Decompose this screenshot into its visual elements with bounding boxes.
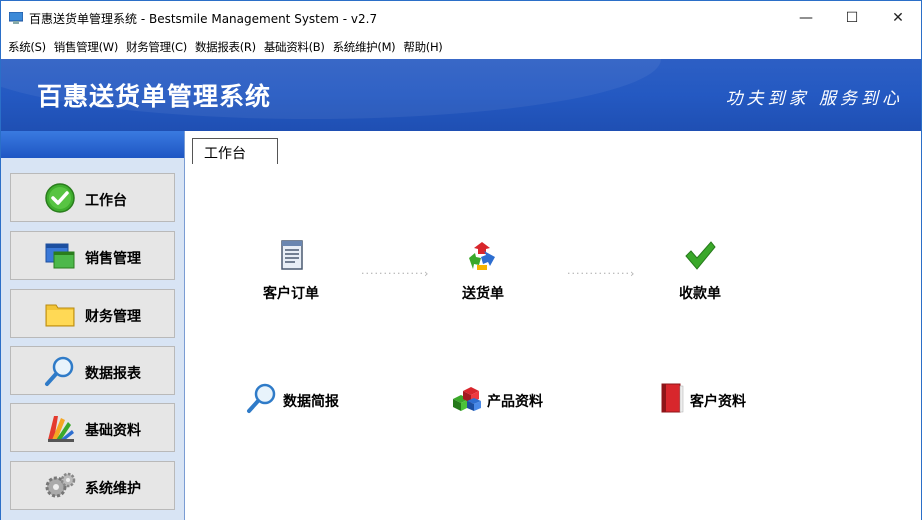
brand-title: 百惠送货单管理系统 (37, 82, 272, 111)
close-button[interactable]: ✕ (875, 1, 921, 35)
customer-order-label: 客户订单 (263, 286, 319, 302)
slogan: 功夫到家 服务到心 (725, 89, 903, 109)
receipt-label: 收款单 (679, 286, 721, 302)
magnifier-icon (45, 356, 74, 386)
checkmark-icon (685, 241, 716, 270)
nav-label: 销售管理 (85, 251, 141, 267)
menu-bar: 系统(S) 销售管理(W) 财务管理(C) 数据报表(R) 基础资料(B) 系统… (1, 36, 921, 58)
app-window: 百惠送货单管理系统 - Bestsmile Management System … (0, 0, 922, 520)
product-data-label: 产品资料 (487, 394, 543, 410)
minimize-button[interactable]: — (783, 1, 829, 35)
menu-system[interactable]: 系统(S) (4, 39, 50, 55)
delivery-note-shortcut[interactable]: 送货单 (449, 239, 539, 309)
palette-icon (48, 416, 74, 442)
recycle-arrows-icon (469, 242, 495, 270)
nav-label: 数据报表 (85, 366, 141, 382)
nav-finance-button[interactable]: 财务管理 (10, 289, 175, 338)
nav-panel-header (1, 131, 184, 158)
menu-sales[interactable]: 销售管理(W) (50, 39, 122, 55)
banner: 百惠送货单管理系统 功夫到家 服务到心 (1, 59, 921, 131)
nav-label: 财务管理 (85, 309, 141, 325)
nav-reports-button[interactable]: 数据报表 (10, 346, 175, 395)
customer-data-shortcut[interactable]: 客户资料 (655, 381, 775, 417)
folder-icon (45, 304, 75, 327)
menu-reports[interactable]: 数据报表(R) (191, 39, 260, 55)
nav-basic-data-button[interactable]: 基础资料 (10, 403, 175, 452)
red-book-icon (661, 383, 684, 413)
nav-sales-button[interactable]: 销售管理 (10, 231, 175, 280)
window-title: 百惠送货单管理系统 - Bestsmile Management System … (29, 12, 378, 26)
flow-connector: ··············› (361, 267, 430, 280)
receipt-shortcut[interactable]: 收款单 (659, 239, 749, 309)
maximize-button[interactable]: ☐ (829, 1, 875, 35)
nav-maintenance-button[interactable]: 系统维护 (10, 461, 175, 510)
menu-help[interactable]: 帮助(H) (399, 39, 446, 55)
customer-data-label: 客户资料 (690, 394, 746, 410)
gears-icon (45, 472, 76, 498)
left-nav-panel: 工作台 销售管理 财务管理 数据报表 基础资料 系统维护 (1, 131, 184, 520)
tab-workbench[interactable]: 工作台 (192, 138, 278, 164)
data-brief-shortcut[interactable]: 数据简报 (245, 381, 365, 417)
cubes-icon (453, 387, 481, 411)
workspace: 工作台 客户订单 ··············› 送货单 ···········… (184, 131, 921, 520)
menu-finance[interactable]: 财务管理(C) (122, 39, 191, 55)
flow-connector: ··············› (567, 267, 636, 280)
menu-maintenance[interactable]: 系统维护(M) (329, 39, 400, 55)
app-icon (9, 12, 23, 24)
menu-basic-data[interactable]: 基础资料(B) (260, 39, 329, 55)
magnifier-icon (247, 383, 276, 413)
delivery-note-label: 送货单 (462, 286, 504, 302)
title-bar: 百惠送货单管理系统 - Bestsmile Management System … (1, 1, 921, 35)
data-brief-label: 数据简报 (283, 394, 339, 410)
customer-order-shortcut[interactable]: 客户订单 (249, 239, 339, 309)
document-icon (281, 240, 303, 270)
product-data-shortcut[interactable]: 产品资料 (449, 381, 569, 417)
nav-label: 工作台 (85, 193, 127, 209)
windows-icon (45, 243, 75, 269)
nav-label: 系统维护 (85, 481, 141, 497)
nav-label: 基础资料 (85, 423, 141, 439)
nav-workbench-button[interactable]: 工作台 (10, 173, 175, 222)
check-circle-icon (45, 183, 75, 213)
